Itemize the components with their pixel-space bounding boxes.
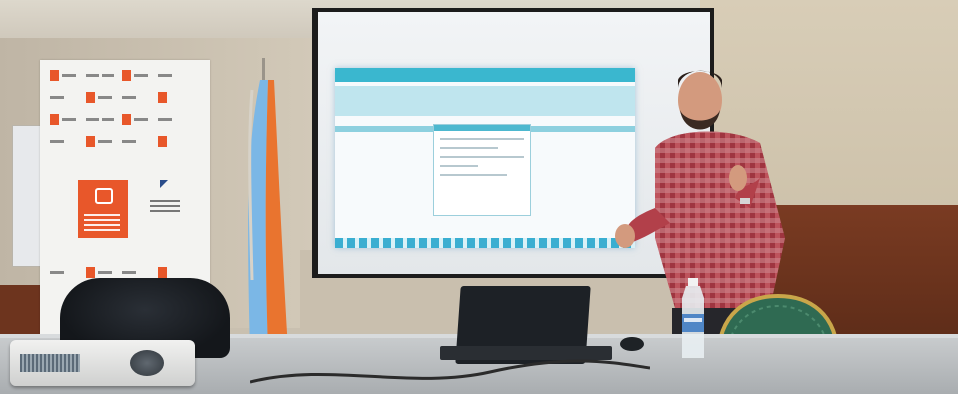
window xyxy=(12,125,42,267)
banner-text-block xyxy=(150,200,180,215)
water-bottle xyxy=(682,278,704,358)
banner-logo-card xyxy=(78,180,128,238)
banner-triangle-mark xyxy=(160,180,168,188)
projected-app-window xyxy=(335,68,635,248)
sponsor-logo-grid xyxy=(50,68,205,156)
projected-header-band xyxy=(335,86,635,116)
computer-mouse xyxy=(620,337,644,351)
logo-icon xyxy=(95,188,113,204)
projected-titlebar xyxy=(335,68,635,82)
projected-taskbar xyxy=(335,238,635,248)
flag xyxy=(248,80,288,350)
projected-dialog xyxy=(433,124,531,216)
cable xyxy=(250,359,650,384)
projector-lens xyxy=(130,350,164,376)
video-projector xyxy=(10,340,195,386)
projector-vent xyxy=(20,354,80,372)
